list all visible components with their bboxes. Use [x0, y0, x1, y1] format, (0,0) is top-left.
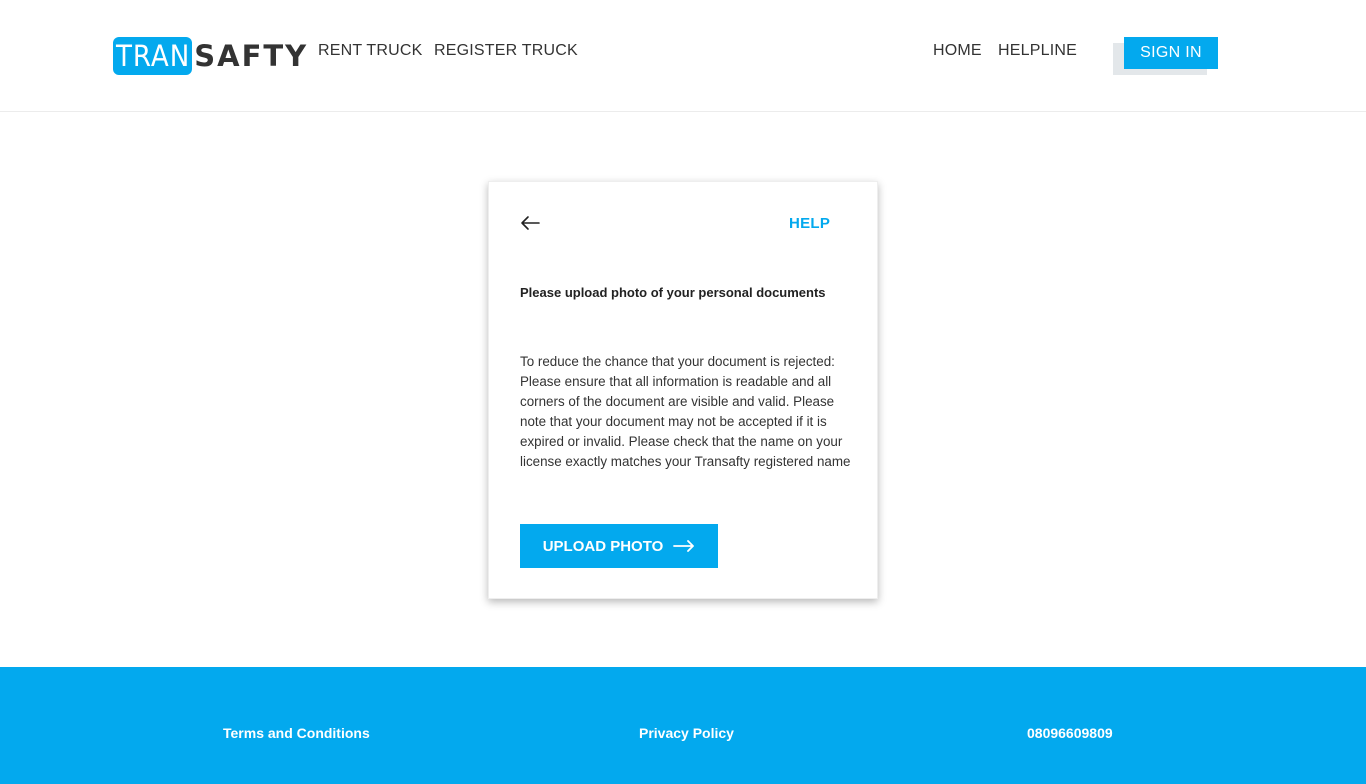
arrow-right-icon: [673, 540, 695, 552]
card-title: Please upload photo of your personal doc…: [520, 285, 826, 300]
nav-rent-truck[interactable]: RENT TRUCK: [318, 42, 423, 60]
help-link[interactable]: HELP: [789, 215, 830, 232]
document-upload-card: HELP Please upload photo of your persona…: [488, 181, 878, 599]
upload-photo-label: UPLOAD PHOTO: [542, 537, 664, 555]
footer-privacy-link[interactable]: Privacy Policy: [639, 725, 734, 741]
logo-tran-text: TRAN: [113, 37, 193, 75]
site-header: TRAN SAFTY RENT TRUCK REGISTER TRUCK HOM…: [0, 0, 1366, 112]
sign-in-button[interactable]: SIGN IN: [1124, 37, 1218, 69]
nav-home[interactable]: HOME: [933, 42, 982, 60]
nav-helpline[interactable]: HELPLINE: [998, 42, 1077, 60]
upload-photo-button[interactable]: UPLOAD PHOTO: [520, 524, 718, 568]
footer-phone-number[interactable]: 08096609809: [1027, 725, 1113, 741]
site-footer: Terms and Conditions Privacy Policy 0809…: [0, 667, 1366, 784]
nav-register-truck[interactable]: REGISTER TRUCK: [434, 42, 578, 60]
card-description: To reduce the chance that your document …: [520, 354, 851, 469]
transafty-logo[interactable]: TRAN SAFTY: [113, 37, 308, 75]
logo-safty-text: SAFTY: [194, 39, 309, 73]
footer-terms-link[interactable]: Terms and Conditions: [223, 725, 370, 741]
arrow-left-icon[interactable]: [519, 214, 541, 232]
